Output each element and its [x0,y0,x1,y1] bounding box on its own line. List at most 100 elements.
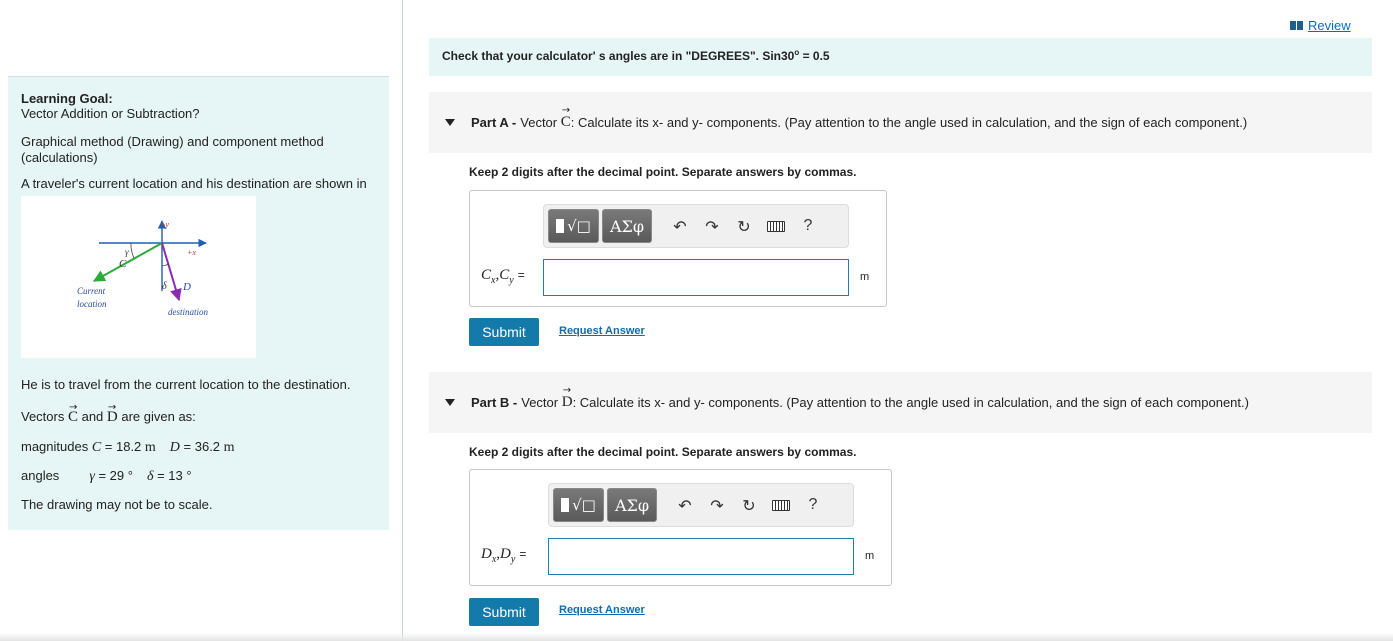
sqrt-glyph: √□ [567,217,591,235]
keyboard-button[interactable] [765,488,797,522]
travel-text: He is to travel from the current locatio… [21,377,351,392]
redo-icon[interactable]: ↷ [701,488,733,522]
angles-line: angles γ = 29 ° δ = 13 ° [21,468,192,485]
column-divider [402,0,403,641]
keyboard-icon [767,220,785,232]
gamma-value: = 29 ° [94,468,133,483]
dy-symbol: ,D [496,546,511,562]
calc-note-text: Check that your calculator' s angles are… [442,49,795,63]
part-a-text-after: : Calculate its x- and y- components. (P… [570,115,1248,130]
plus-x-label: +x [187,248,196,257]
delta-value: = 13 ° [153,468,192,483]
learning-goal-subtitle: Vector Addition or Subtraction? [21,106,200,121]
magnitudes-line: magnitudes C = 18.2 mD = 36.2 m [21,439,235,456]
method-line-2: (calculations) [21,150,98,165]
reset-icon[interactable]: ↻ [728,209,760,243]
magnitudes-label: magnitudes [21,439,92,454]
collapse-triangle-icon[interactable] [445,119,455,126]
templates-button[interactable]: √□ [548,209,599,243]
help-button[interactable]: ? [797,488,829,522]
y-subscript: y [510,554,516,565]
vectors-prefix: Vectors [21,409,68,424]
symbols-button[interactable]: ΑΣφ [602,209,652,243]
gamma-arc [130,242,135,259]
d-vector-label: D [182,281,191,293]
part-a-request-answer-link[interactable]: Request Answer [559,325,645,337]
mag-c-symbol: C [91,440,102,455]
part-a-answer-box: √□ ΑΣφ ↶ ↷ ↻ ? Cx,Cy = m [469,190,887,307]
part-b-answer-input[interactable] [548,538,854,575]
c-vector-label: C [119,258,127,270]
mag-d-unit: m [223,440,235,455]
part-a-header[interactable]: Part A - Vector C: Calculate its x- and … [429,92,1372,153]
current-location-label-1: Current [77,286,106,296]
review-link[interactable]: Review [1290,18,1351,33]
part-a-answer-label: Cx,Cy = [481,267,525,286]
undo-icon[interactable]: ↶ [669,488,701,522]
part-a-vector-symbol: C [561,105,571,131]
part-b-submit-button[interactable]: Submit [469,598,539,626]
cx-symbol: C [481,267,492,283]
vectors-and: and [77,409,107,424]
undo-icon[interactable]: ↶ [664,209,696,243]
equals-sign: = [517,268,525,282]
vectors-suffix: are given as: [117,409,196,424]
mag-c-value: = 18.2 [101,439,145,454]
part-b-instruction: Keep 2 digits after the decimal point. S… [469,445,857,459]
reset-icon[interactable]: ↻ [733,488,765,522]
part-b-text-before: Vector [521,395,559,410]
mag-c-unit: m [144,440,156,455]
part-b-header[interactable]: Part B - Vector D: Calculate its x- and … [429,372,1372,433]
keyboard-icon [772,499,790,511]
calculator-note-banner: Check that your calculator' s angles are… [429,38,1372,76]
templates-sqrt-icon [556,219,565,233]
vector-diagram: +y +x γ C δ D Current location destinati… [77,220,208,317]
part-a-label: Part A - [471,115,517,130]
part-a-instruction: Keep 2 digits after the decimal point. S… [469,165,857,179]
part-a-text-before: Vector [520,115,558,130]
part-b-unit: m [865,550,875,562]
destination-label: destination [168,307,208,317]
help-button[interactable]: ? [792,209,824,243]
part-a-unit: m [860,271,870,283]
gamma-label: γ [125,247,129,257]
symbols-button[interactable]: ΑΣφ [607,488,657,522]
part-b-answer-label: Dx,Dy = [481,546,526,565]
bottom-shadow [0,633,1393,641]
part-a-submit-button[interactable]: Submit [469,318,539,346]
math-toolbar: √□ ΑΣφ ↶ ↷ ↻ ? [543,204,849,248]
learning-goal-title: Learning Goal: [21,91,113,106]
scale-note: The drawing may not be to scale. [21,497,213,512]
learning-goal-panel: Learning Goal: Vector Addition or Subtra… [8,76,389,530]
current-location-label-2: location [77,299,107,309]
mag-d-symbol: D [169,440,180,455]
vector-c-symbol: C [68,400,78,425]
delta-label: δ [162,281,167,292]
keyboard-button[interactable] [760,209,792,243]
dx-symbol: D [481,546,492,562]
collapse-triangle-icon[interactable] [445,399,455,406]
sqrt-glyph: √□ [572,496,596,514]
method-line-1: Graphical method (Drawing) and component… [21,134,324,149]
part-b-text-after: : Calculate its x- and y- components. (P… [572,395,1249,410]
templates-sqrt-icon [561,498,570,512]
plus-y-label: +y [160,220,169,229]
angles-label: angles [21,468,60,483]
book-icon [1290,21,1303,30]
templates-button[interactable]: √□ [553,488,604,522]
vector-figure: +y +x γ C δ D Current location destinati… [21,196,256,358]
vectors-given-line: Vectors C and D are given as: [21,400,196,425]
part-b-request-answer-link[interactable]: Request Answer [559,604,645,616]
part-b-vector-symbol: D [562,385,573,411]
math-toolbar: √□ ΑΣφ ↶ ↷ ↻ ? [548,483,854,527]
traveler-text: A traveler's current location and his de… [21,176,367,191]
mag-d-value: = 36.2 [179,439,224,454]
vector-d-symbol: D [107,400,118,425]
y-subscript: y [509,275,514,286]
part-b-label: Part B - [471,395,518,410]
cy-symbol: ,C [495,267,510,283]
redo-icon[interactable]: ↷ [696,209,728,243]
review-label: Review [1308,18,1351,33]
equals-sign: = [519,547,527,561]
part-a-answer-input[interactable] [543,259,849,296]
